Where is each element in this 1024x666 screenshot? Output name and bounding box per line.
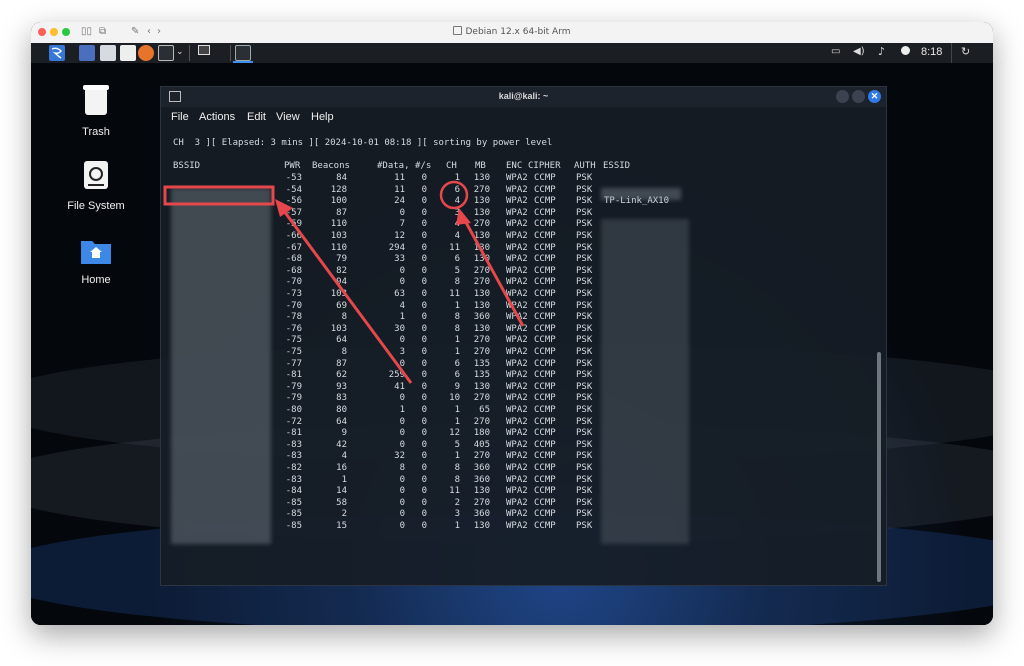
arrow-to-bssid bbox=[279, 206, 413, 384]
host-titlebar: ▯▯ ⧉ ✎ ‹ › Debian 12.x 64-bit Arm bbox=[31, 22, 993, 44]
kali-desktop: ⌄ ▭ ◀) ♪ 8:18 ↻ Trash File System Home k… bbox=[31, 43, 993, 625]
channel-highlight-circle bbox=[439, 180, 469, 210]
host-title-text: Debian 12.x 64-bit Arm bbox=[465, 27, 571, 37]
arrow-head-channel bbox=[456, 208, 471, 225]
annotation-overlay bbox=[163, 180, 525, 384]
arrow-to-channel bbox=[461, 216, 525, 327]
host-window-title: Debian 12.x 64-bit Arm bbox=[31, 26, 993, 37]
arrow-head-bssid bbox=[275, 199, 293, 217]
vm-icon bbox=[453, 26, 463, 35]
bssid-highlight-box bbox=[163, 185, 275, 206]
vm-window: ▯▯ ⧉ ✎ ‹ › Debian 12.x 64-bit Arm ⌄ ▭ ◀)… bbox=[31, 22, 993, 625]
